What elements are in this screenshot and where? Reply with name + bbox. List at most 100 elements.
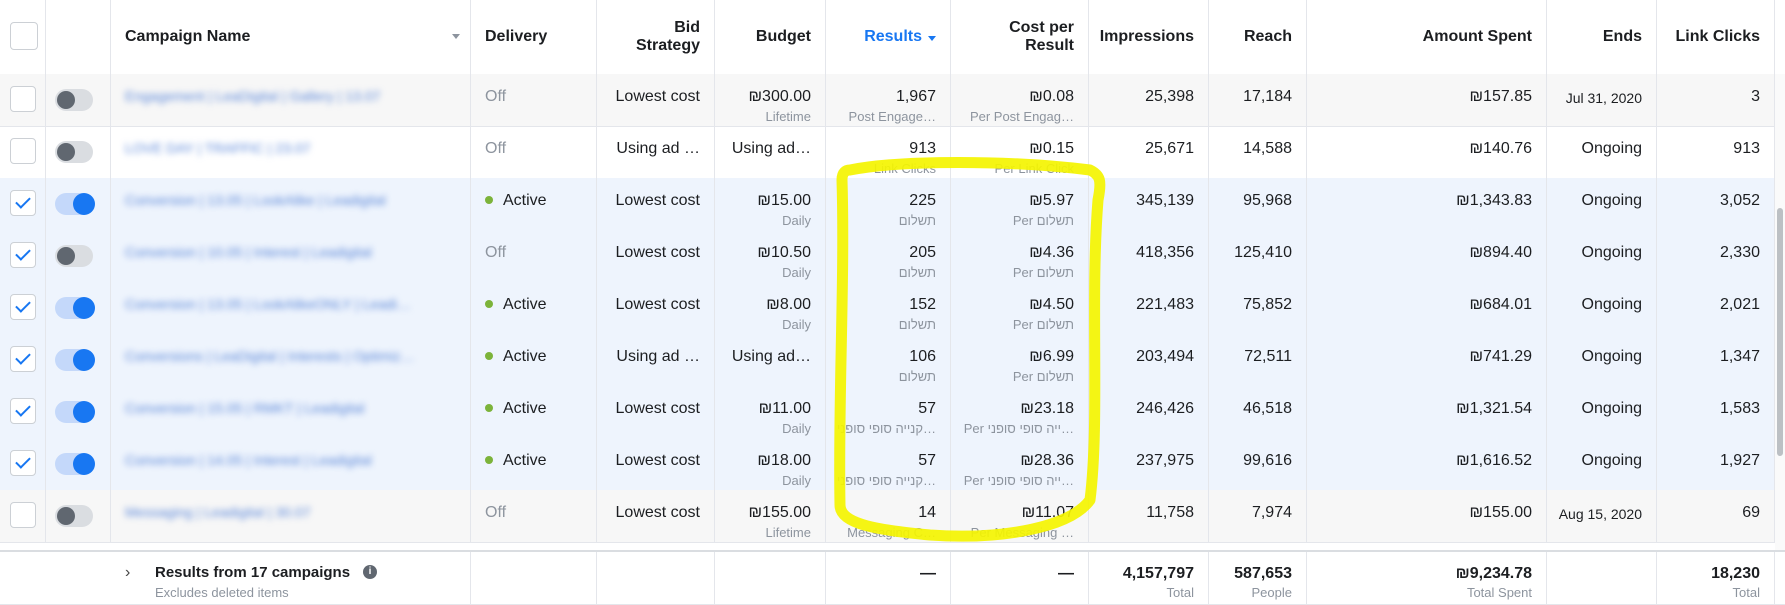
row-checkbox[interactable]	[10, 242, 36, 268]
row-toggle-cell	[46, 178, 111, 230]
reach-cell: 17,184	[1209, 74, 1307, 126]
table-row[interactable]: Engagement | LeaDigital | Gallery | 13.0…	[0, 74, 1785, 127]
table-row[interactable]: Conversion | 15.05 | RMKT | Leadigital Ac…	[0, 386, 1785, 439]
vertical-scrollbar[interactable]	[1775, 74, 1785, 550]
link-clicks-value: 2,021	[1719, 296, 1760, 313]
campaign-toggle[interactable]	[55, 297, 95, 319]
campaign-toggle[interactable]	[55, 141, 93, 163]
table-row[interactable]: Conversion | 14.05 | Interest | Leadigit…	[0, 438, 1785, 491]
table-row[interactable]: Messaging | Leadigital | 30.07 Off Lowest …	[0, 490, 1785, 543]
results-value: 152	[909, 296, 936, 313]
row-select-cell	[0, 490, 46, 542]
campaign-name-link[interactable]: Conversion | 13.05 | LookAlike | Leadigi…	[125, 192, 386, 208]
bid-strategy-value: Using ad …	[616, 140, 700, 157]
header-budget[interactable]: Budget	[715, 0, 826, 74]
impressions-value: 25,398	[1145, 88, 1194, 105]
campaign-name-link[interactable]: Conversion | 15.05 | RMKT | Leadigital	[125, 400, 364, 416]
select-all-checkbox[interactable]	[10, 22, 38, 50]
reach-value: 95,968	[1243, 192, 1292, 209]
header-delivery[interactable]: Delivery	[471, 0, 597, 74]
campaign-toggle[interactable]	[55, 245, 93, 267]
header-ends-label: Ends	[1602, 28, 1642, 45]
info-icon[interactable]: i	[363, 565, 377, 579]
header-reach[interactable]: Reach	[1209, 0, 1307, 74]
campaign-name-link[interactable]: Engagement | LeaDigital | Gallery | 13.0…	[125, 88, 380, 104]
footer-impressions-value: 4,157,797	[1122, 565, 1194, 582]
campaign-toggle[interactable]	[55, 89, 93, 111]
row-checkbox[interactable]	[10, 294, 36, 320]
results-type: Post Engage…	[848, 109, 936, 124]
reach-cell: 125,410	[1209, 230, 1307, 282]
header-campaign-name[interactable]: Campaign Name	[111, 0, 471, 74]
header-results[interactable]: Results	[826, 0, 951, 74]
amount-spent-value: ₪155.00	[1469, 504, 1532, 521]
row-checkbox[interactable]	[10, 190, 36, 216]
bid-strategy-cell: Lowest cost	[597, 386, 715, 438]
header-bid-strategy[interactable]: Bid Strategy	[597, 0, 715, 74]
budget-type: Daily	[782, 421, 811, 436]
row-checkbox[interactable]	[10, 86, 36, 112]
header-campaign-name-label: Campaign Name	[125, 28, 251, 45]
results-value: 913	[909, 140, 936, 157]
row-checkbox[interactable]	[10, 502, 36, 528]
row-checkbox[interactable]	[10, 398, 36, 424]
budget-value: ₪15.00	[757, 192, 811, 209]
campaign-name-link[interactable]: Conversions | LeaDigital | Interests | O…	[125, 348, 414, 364]
table-row[interactable]: Conversion | 13.05 | LookAlikeONLY | Lea…	[0, 282, 1785, 335]
ends-cell: Ongoing	[1547, 126, 1657, 178]
budget-cell: Using ad…	[715, 126, 826, 178]
campaign-name-link[interactable]: Messaging | Leadigital | 30.07	[125, 504, 311, 520]
scrollbar-thumb[interactable]	[1777, 208, 1783, 456]
table-row[interactable]: Conversion | 10.05 | Interest | Leadigit…	[0, 230, 1785, 283]
campaign-toggle[interactable]	[55, 193, 95, 215]
header-amount-spent[interactable]: Amount Spent	[1307, 0, 1547, 74]
campaign-toggle[interactable]	[55, 453, 95, 475]
campaign-toggle[interactable]	[55, 505, 93, 527]
campaign-name-link[interactable]: Conversion | 10.05 | Interest | Leadigit…	[125, 244, 372, 260]
results-value: 1,967	[895, 88, 936, 105]
cost-per-result-value: ₪23.18	[1020, 400, 1074, 417]
campaign-name-link[interactable]: LOVE DAY | TRAFFIC | 23.07	[125, 140, 310, 156]
amount-spent-cell: ₪684.01	[1307, 282, 1547, 334]
ends-value: Ongoing	[1581, 192, 1643, 209]
row-checkbox[interactable]	[10, 450, 36, 476]
ends-value: Ongoing	[1581, 140, 1643, 157]
header-impressions[interactable]: Impressions	[1089, 0, 1209, 74]
budget-cell: ₪8.00 Daily	[715, 282, 826, 334]
header-link-clicks[interactable]: Link Clicks	[1657, 0, 1775, 74]
header-cost-per-result[interactable]: Cost per Result	[951, 0, 1089, 74]
chevron-right-icon[interactable]: ›	[125, 564, 130, 582]
reach-cell: 72,511	[1209, 334, 1307, 386]
bid-strategy-value: Lowest cost	[615, 296, 700, 313]
delivery-status: Active	[485, 348, 547, 366]
header-bid-strategy-label: Bid Strategy	[635, 19, 700, 54]
reach-value: 75,852	[1243, 296, 1292, 313]
footer-cost: —	[951, 552, 1089, 604]
table-row[interactable]: LOVE DAY | TRAFFIC | 23.07 Off Using ad … U…	[0, 126, 1785, 179]
campaign-name-link[interactable]: Conversion | 13.05 | LookAlikeONLY | Lea…	[125, 296, 411, 312]
reach-cell: 95,968	[1209, 178, 1307, 230]
cost-per-result-cell: ₪0.08 Per Post Engag…	[951, 74, 1089, 126]
campaign-toggle[interactable]	[55, 349, 95, 371]
row-toggle-cell	[46, 438, 111, 490]
row-select-cell	[0, 334, 46, 386]
row-checkbox[interactable]	[10, 346, 36, 372]
footer-clicks-sub: Total	[1732, 585, 1760, 600]
cost-per-result-cell: ₪6.99 Per תשלום	[951, 334, 1089, 386]
campaign-name-cell: Conversion | 15.05 | RMKT | Leadigital	[111, 386, 471, 438]
footer-spent-sub: Total Spent	[1466, 585, 1532, 600]
row-checkbox[interactable]	[10, 138, 36, 164]
impressions-cell: 203,494	[1089, 334, 1209, 386]
table-row[interactable]: Conversions | LeaDigital | Interests | O…	[0, 334, 1785, 387]
cost-per-result-cell: ₪5.97 Per תשלום	[951, 178, 1089, 230]
link-clicks-value: 69	[1742, 504, 1760, 521]
header-ends[interactable]: Ends	[1547, 0, 1657, 74]
amount-spent-value: ₪1,343.83	[1456, 192, 1532, 209]
results-type: קנייה סופי סופני…	[836, 473, 936, 488]
campaign-toggle[interactable]	[55, 401, 95, 423]
footer-spent: ₪9,234.78 Total Spent	[1307, 552, 1547, 604]
table-row[interactable]: Conversion | 13.05 | LookAlike | Leadigi…	[0, 178, 1785, 231]
delivery-status: Off	[485, 244, 506, 262]
link-clicks-value: 3,052	[1719, 192, 1760, 209]
campaign-name-link[interactable]: Conversion | 14.05 | Interest | Leadigit…	[125, 452, 372, 468]
